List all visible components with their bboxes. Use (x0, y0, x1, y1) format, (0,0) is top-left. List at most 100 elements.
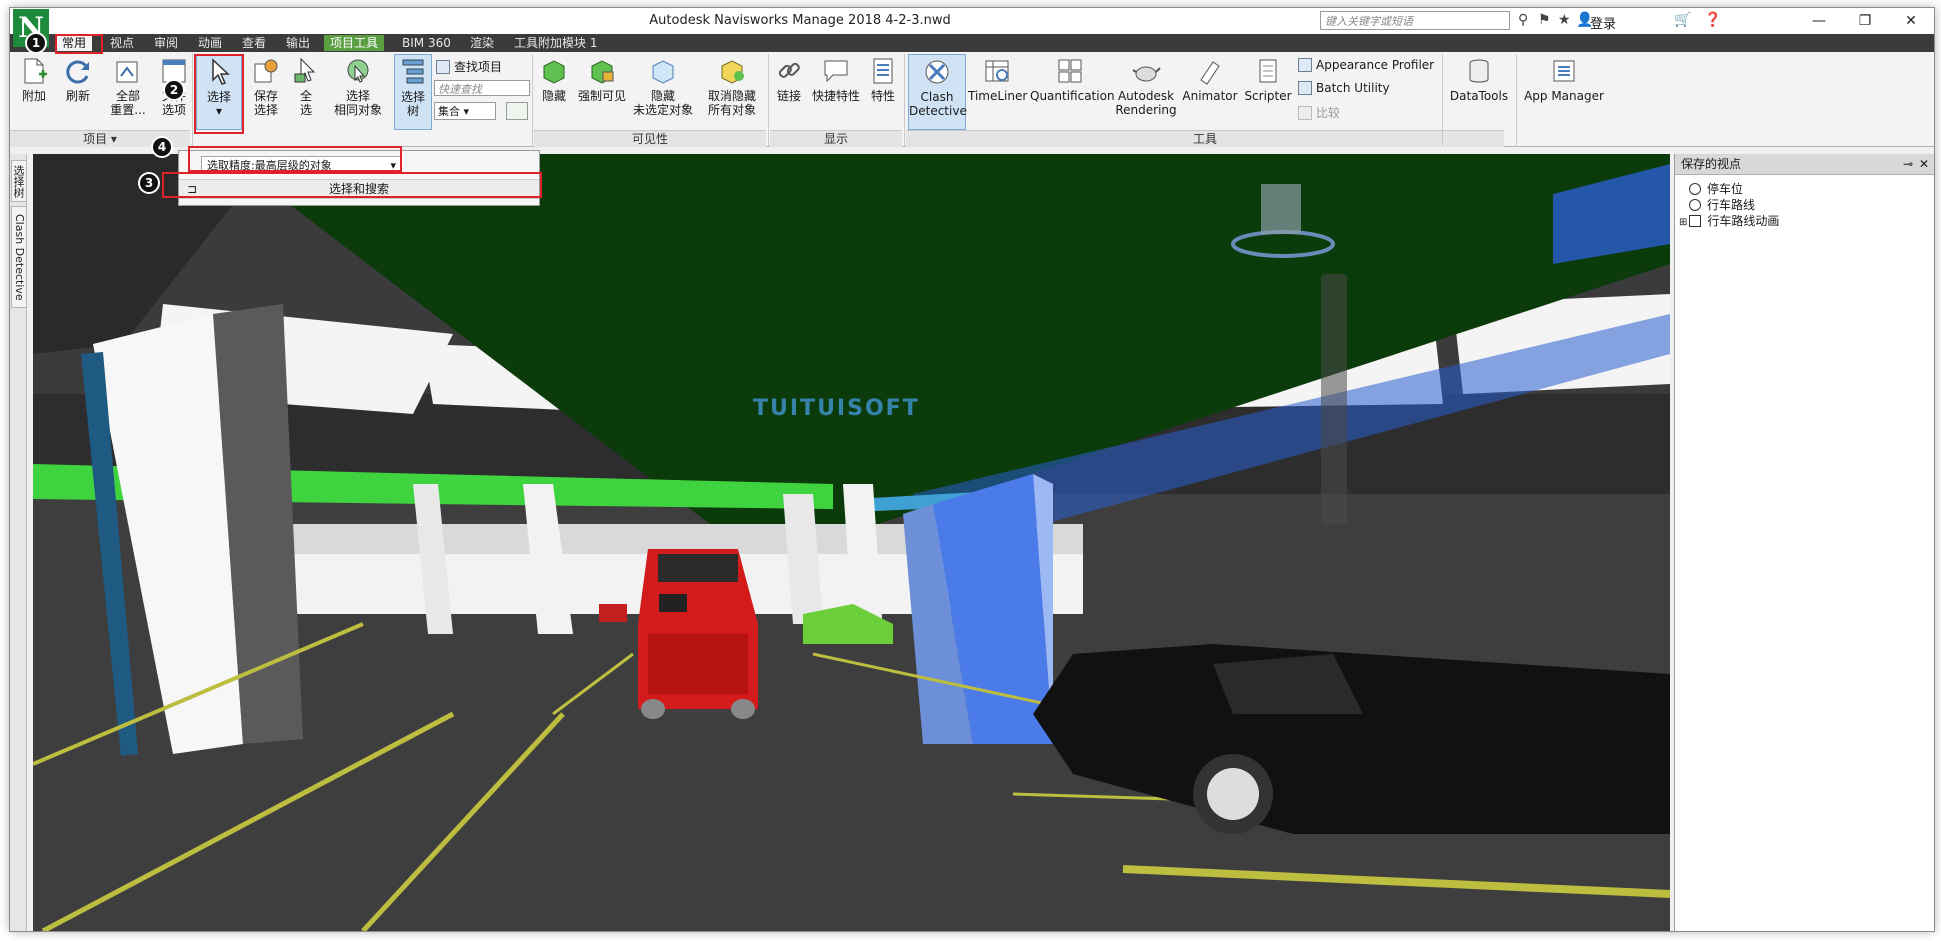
append-button[interactable]: 附加 (16, 54, 52, 103)
tab-viewpoint[interactable]: 视点 (104, 35, 140, 51)
left-dock-tabs: 选择树 Clash Detective (10, 154, 27, 931)
viewpoint-item[interactable]: 停车位 (1689, 180, 1743, 197)
annotation-box-home-tab (55, 34, 103, 54)
datatools-label: DataTools (1449, 89, 1509, 103)
reset-all-label-1: 全部 (115, 89, 140, 103)
viewpoint-label: 停车位 (1707, 182, 1744, 196)
restore-button[interactable]: ❐ (1842, 8, 1888, 34)
animator-button[interactable]: Animator (1180, 54, 1240, 103)
clash-detective-label-1: Clash (920, 90, 954, 104)
autodesk-rendering-button[interactable]: Autodesk Rendering (1114, 54, 1178, 117)
viewpoint-animation-item[interactable]: ⊞ 行车路线动画 (1679, 212, 1779, 229)
saved-viewpoints-title: 保存的视点 (1681, 157, 1742, 171)
selection-tree-button[interactable]: 选择 树 (394, 54, 432, 130)
tab-review[interactable]: 审阅 (148, 35, 184, 51)
batch-utility-button[interactable]: Batch Utility (1298, 81, 1390, 95)
selection-tree-label-2: 树 (406, 104, 419, 118)
file-options-label-2: 选项 (161, 103, 186, 117)
unhide-all-icon (721, 60, 744, 84)
panel-separator (1442, 54, 1443, 146)
help-icon[interactable]: ❓ (1704, 12, 1721, 28)
quick-access-toolbar[interactable] (56, 8, 216, 34)
viewpoint-icon (1689, 199, 1701, 211)
quick-properties-button[interactable]: 快捷特性 (810, 54, 862, 103)
properties-button[interactable]: 特性 (866, 54, 900, 103)
reset-all-button[interactable]: 全部 重置... (106, 54, 150, 117)
save-selection-button[interactable]: 保存 选择 (246, 54, 286, 117)
select-all-button[interactable]: 全 选 (290, 54, 322, 117)
panel-separator (768, 54, 769, 146)
cart-icon[interactable]: 🛒 (1674, 12, 1691, 28)
3d-viewport[interactable]: TUITUISOFT (33, 154, 1670, 931)
select-same-icon (347, 59, 369, 83)
sign-in-link[interactable]: 登录 (1590, 13, 1616, 32)
appearance-profiler-button[interactable]: Appearance Profiler (1298, 58, 1434, 72)
find-items-button[interactable]: 查找项目 (436, 58, 502, 75)
keyword-search-input[interactable]: 键入关键字或短语 (1320, 11, 1510, 30)
annotation-box-select (194, 54, 244, 134)
hide-box-icon (543, 60, 565, 84)
select-same-label-2: 相同对象 (333, 103, 382, 117)
tab-view[interactable]: 查看 (236, 35, 272, 51)
panel-separator (192, 54, 193, 146)
film-icon (1689, 215, 1702, 227)
tab-clash-detective[interactable]: Clash Detective (11, 206, 27, 308)
quick-find-input[interactable]: 快速查找 (434, 80, 530, 96)
tab-tool-addins[interactable]: 工具附加模块 1 (508, 35, 603, 51)
panel-separator (904, 54, 905, 146)
tab-output[interactable]: 输出 (280, 35, 316, 51)
binoculars-icon[interactable]: ⚲ (1518, 12, 1528, 28)
refresh-label: 刷新 (65, 89, 90, 103)
app-manager-icon (1553, 60, 1575, 82)
subscription-icon[interactable]: ⚑ (1538, 12, 1551, 28)
select-same-button[interactable]: 选择 相同对象 (328, 54, 388, 117)
sets-dropdown[interactable]: 集合 ▾ (434, 102, 496, 120)
favorites-star-icon[interactable]: ★ (1558, 12, 1571, 28)
rendering-teapot-icon (1132, 66, 1161, 82)
app-manager-label: App Manager (1524, 89, 1604, 103)
manage-sets-button[interactable] (506, 102, 528, 120)
viewpoint-item[interactable]: 行车路线 (1689, 196, 1755, 213)
scripter-button[interactable]: Scripter (1242, 54, 1294, 103)
select-same-label-1: 选择 (345, 89, 370, 103)
tab-bim360[interactable]: BIM 360 (396, 35, 457, 51)
step-marker: 3 (140, 174, 158, 192)
app-manager-button[interactable]: App Manager (1520, 54, 1608, 103)
viewpoint-icon (1689, 183, 1701, 195)
tab-selection-tree[interactable]: 选择树 (11, 160, 27, 202)
tab-item-tools[interactable]: 项目工具 (324, 35, 385, 51)
tab-render[interactable]: 渲染 (464, 35, 500, 51)
find-items-icon (436, 60, 450, 74)
clash-detective-button[interactable]: Clash Detective (908, 54, 967, 130)
tab-animation[interactable]: 动画 (192, 35, 228, 51)
unhide-all-label-2: 所有对象 (707, 103, 756, 117)
hide-label: 隐藏 (541, 89, 566, 103)
hide-unselected-button[interactable]: 隐藏 未选定对象 (630, 54, 696, 117)
visibility-panel-label: 可见性 (534, 130, 766, 147)
select-all-label-2: 选 (299, 103, 312, 117)
viewpoint-label: 行车路线动画 (1707, 214, 1780, 228)
parking-garage-scene (33, 154, 1670, 931)
app-window: Autodesk Navisworks Manage 2018 4-2-3.nw… (10, 8, 1934, 931)
timeliner-button[interactable]: TimeLiner (968, 54, 1027, 103)
pin-icon[interactable]: ⊸ (1903, 154, 1913, 174)
compare-button[interactable]: 比较 (1298, 104, 1340, 121)
links-button[interactable]: 链接 (772, 54, 806, 103)
sets-label: 集合 (438, 105, 460, 118)
quantification-button[interactable]: Quantification (1030, 54, 1115, 103)
hide-button[interactable]: 隐藏 (536, 54, 572, 103)
refresh-button[interactable]: 刷新 (60, 54, 96, 103)
links-label: 链接 (776, 89, 801, 103)
expand-icon[interactable]: ⊞ (1679, 217, 1687, 228)
minimize-button[interactable]: — (1796, 8, 1842, 34)
require-visible-label: 强制可见 (577, 89, 626, 103)
close-icon[interactable]: ✕ (1919, 154, 1929, 174)
datatools-button[interactable]: DataTools (1446, 54, 1512, 103)
unhide-all-button[interactable]: 取消隐藏 所有对象 (702, 54, 762, 117)
close-button[interactable]: ✕ (1888, 8, 1934, 34)
require-visible-button[interactable]: 强制可见 (576, 54, 628, 103)
append-label: 附加 (21, 89, 46, 103)
clash-detective-label-2: Detective (909, 104, 967, 118)
links-chain-icon (778, 62, 800, 78)
ribbon: 附加 刷新 全部 重置... 文件 选项 项目 ▾ 选择 ▾ 保存 选择 (10, 52, 1934, 147)
